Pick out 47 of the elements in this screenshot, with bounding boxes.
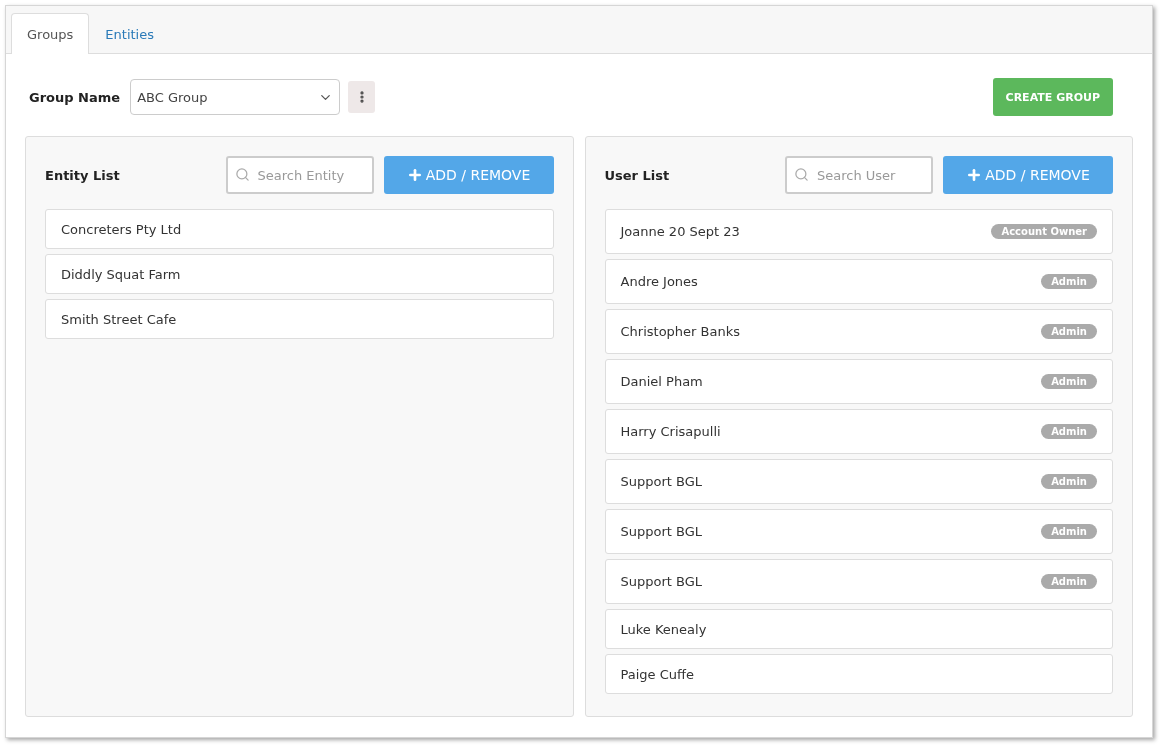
list-item[interactable]: Christopher Banks Admin [604,309,1113,354]
role-badge: Account Owner [991,224,1097,239]
list-item[interactable]: Concreters Pty Ltd [45,209,554,249]
panel-title: User List [604,167,670,183]
list-item[interactable]: Support BGL Admin [604,459,1113,504]
role-badge: Admin [1041,424,1097,439]
item-name: Concreters Pty Ltd [61,221,182,237]
list-item[interactable]: Smith Street Cafe [45,299,554,339]
item-name: Harry Crisapulli [620,424,721,439]
list-item[interactable]: Support BGL Admin [604,509,1113,554]
item-name: Christopher Banks [620,324,740,339]
list-item[interactable]: Daniel Pham Admin [604,359,1113,404]
item-name: Daniel Pham [620,374,703,389]
list-item[interactable]: Harry Crisapulli Admin [604,409,1113,454]
search-field[interactable]: Search User [785,156,933,194]
item-name: Support BGL [620,574,703,589]
panel-title: Entity List [45,167,120,183]
plus-icon [966,167,983,183]
item-name: Support BGL [620,474,703,489]
plus-icon [406,167,423,183]
field-label: Group Name [29,89,121,105]
group-select[interactable]: ABC Group [130,79,341,115]
role-badge: Admin [1041,324,1097,339]
more-options-button[interactable] [348,81,376,113]
item-name: Diddly Squat Farm [61,266,181,282]
tab[interactable]: Groups [11,13,90,54]
role-badge: Admin [1041,574,1097,589]
search-icon [794,167,809,182]
list-item[interactable]: Paige Cuffe [604,654,1113,694]
item-name: Andre Jones [620,274,698,289]
list-item[interactable]: Joanne 20 Sept 23 Account Owner [604,209,1113,254]
role-badge: Admin [1041,474,1097,489]
role-badge: Admin [1041,524,1097,539]
role-badge: Admin [1041,274,1097,289]
item-name: Smith Street Cafe [61,311,177,327]
tab[interactable]: Entities [89,13,170,54]
search-icon [234,167,250,182]
item-name: Support BGL [620,524,703,539]
list-item[interactable]: Luke Kenealy [604,609,1113,649]
item-name: Paige Cuffe [620,666,694,682]
item-name: Luke Kenealy [620,621,707,637]
role-badge: Admin [1041,374,1097,389]
item-name: Joanne 20 Sept 23 [620,224,740,239]
list-item[interactable]: Andre Jones Admin [604,259,1113,304]
list-item[interactable]: Diddly Squat Farm [45,254,554,294]
list-item[interactable]: Support BGL Admin [604,559,1113,604]
search-field[interactable]: Search Entity [225,156,374,194]
